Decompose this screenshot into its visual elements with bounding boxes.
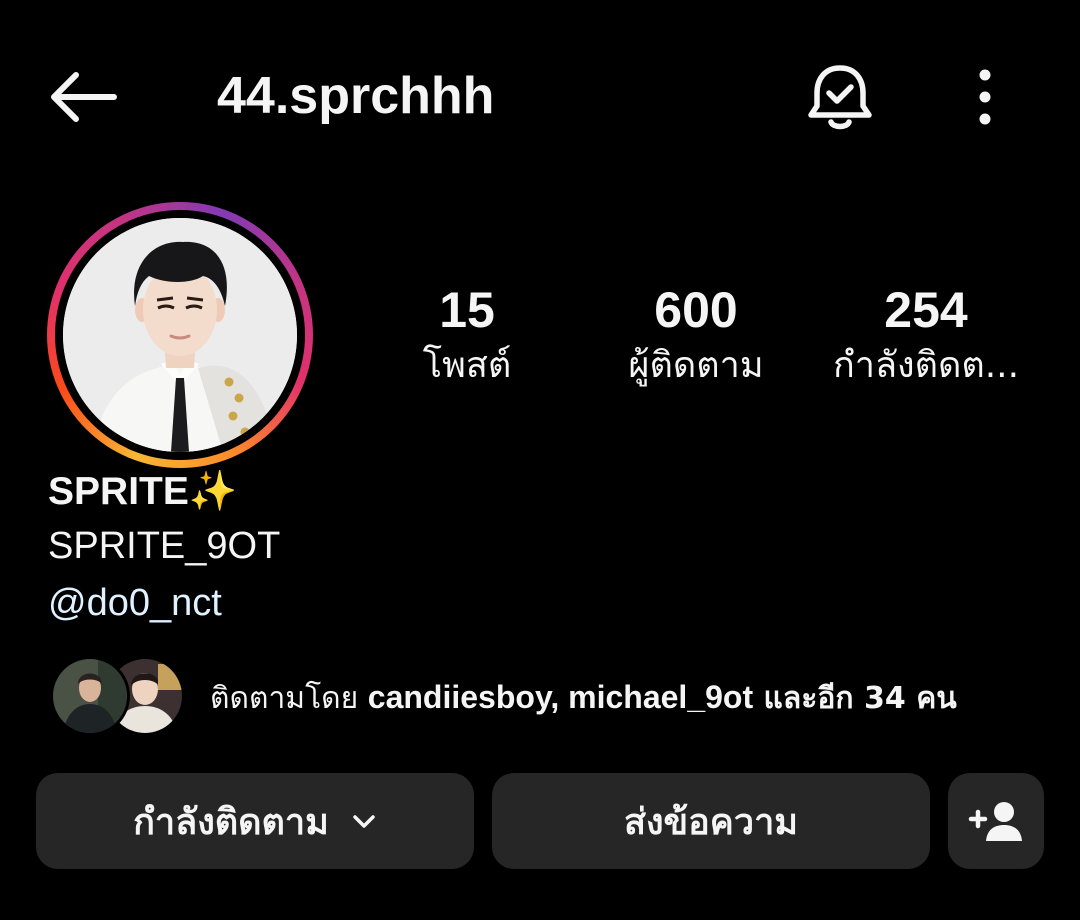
notifications-button[interactable]: [800, 58, 880, 138]
following-label: กำลังติดต...: [832, 345, 1020, 386]
posts-label: โพสต์: [422, 345, 512, 386]
display-name-text: SPRITE: [48, 470, 189, 513]
following-button-label: กำลังติดตาม: [133, 801, 329, 843]
mutual-followers-text[interactable]: ติดตามโดย candiiesboy, michael_9ot และอี…: [210, 672, 957, 722]
bio-text: SPRITE_9OT: [48, 525, 281, 567]
display-name: SPRITE✨: [48, 466, 237, 518]
more-vertical-icon: [979, 69, 991, 125]
bio-mention-link[interactable]: @do0_nct: [48, 577, 222, 629]
arrow-left-icon: [51, 72, 117, 122]
mutual-suffix: และอีก 34 คน: [753, 681, 957, 716]
bell-check-icon: [808, 65, 872, 130]
followers-count: 600: [654, 282, 738, 338]
posts-count: 15: [439, 282, 495, 338]
posts-stat[interactable]: 15 โพสต์: [352, 280, 582, 392]
message-button[interactable]: ส่งข้อความ: [492, 773, 930, 869]
back-button[interactable]: [40, 62, 130, 132]
sparkles-emoji: ✨: [188, 470, 238, 513]
chevron-down-icon: [351, 808, 377, 834]
more-options-button[interactable]: [955, 62, 1015, 132]
mutual-usernames: candiiesboy, michael_9ot: [367, 679, 754, 715]
profile-photo: [63, 218, 297, 452]
mutual-prefix: ติดตามโดย: [210, 681, 368, 716]
following-button[interactable]: กำลังติดตาม: [36, 773, 474, 869]
following-count: 254: [884, 282, 968, 338]
add-person-icon: [968, 802, 1022, 841]
profile-avatar[interactable]: [63, 218, 297, 452]
following-stat[interactable]: 254 กำลังติดต...: [811, 280, 1041, 392]
mutual-avatar-1: [50, 656, 130, 736]
followers-stat[interactable]: 600 ผู้ติดตาม: [581, 280, 811, 392]
mutual-followers-avatars[interactable]: [50, 656, 190, 736]
suggest-people-button[interactable]: [948, 773, 1044, 869]
message-button-label: ส่งข้อความ: [623, 801, 799, 843]
profile-username: 44.sprchhh: [217, 67, 495, 125]
followers-label: ผู้ติดตาม: [628, 345, 764, 386]
